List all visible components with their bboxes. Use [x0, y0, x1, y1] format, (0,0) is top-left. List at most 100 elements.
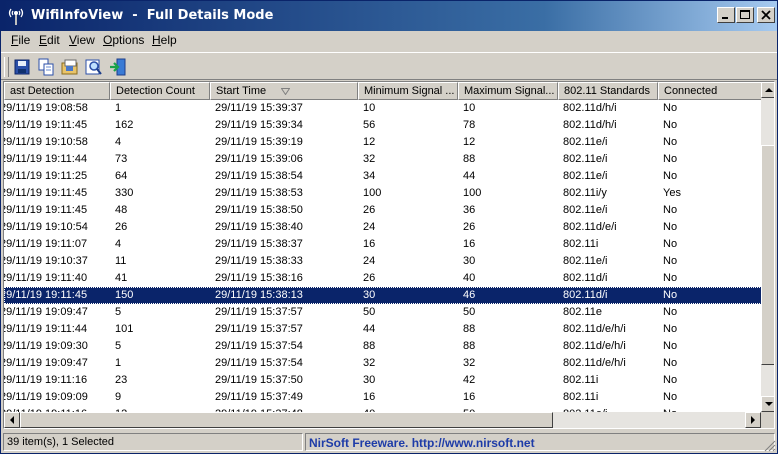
cell-detection-count: 4 [115, 238, 122, 250]
col-80211-standards[interactable]: 802.11 Standards [558, 82, 658, 100]
cell-connected: No [663, 102, 678, 114]
scroll-down-button[interactable] [761, 396, 774, 412]
cell-minimum-signal: 16 [363, 391, 376, 403]
cell-minimum-signal: 50 [363, 306, 376, 318]
col-detection-count[interactable]: Detection Count [110, 82, 210, 100]
table-row[interactable]: 29/11/19 19:09:09 9 29/11/19 15:37:49 16 16 8… [4, 389, 764, 406]
cell-minimum-signal: 24 [363, 221, 376, 233]
table-row[interactable]: 29/11/19 19:11:44 73 29/11/19 15:39:06 32 88… [4, 151, 764, 168]
table-row[interactable]: 29/11/19 19:11:07 4 29/11/19 15:38:37 16 16 8… [4, 236, 764, 253]
cell-maximum-signal: 36 [463, 204, 476, 216]
scroll-right-button[interactable] [745, 412, 761, 428]
table-row[interactable]: 29/11/19 19:11:16 23 29/11/19 15:37:50 30 42… [4, 372, 764, 389]
wifi-networks-list[interactable]: ast Detection Detection Count Start Time… [3, 81, 775, 429]
cell-detection-count: 11 [115, 255, 127, 267]
col-start-time[interactable]: Start Time [210, 82, 358, 100]
cell-start-time: 29/11/19 15:38:37 [215, 238, 303, 250]
minimize-button[interactable] [717, 7, 735, 23]
cell-detection-count: 150 [115, 289, 134, 301]
table-row[interactable]: 29/11/19 19:11:45 150 29/11/19 15:38:13 30 4… [4, 287, 764, 304]
menu-options[interactable]: Options [102, 33, 145, 47]
horizontal-scroll-thumb[interactable] [20, 412, 553, 428]
cell-maximum-signal: 10 [463, 102, 476, 114]
cell-standards: 802.11e/i [563, 136, 608, 148]
toolbar-grip[interactable] [4, 57, 9, 77]
toolbar [1, 52, 777, 80]
cell-maximum-signal: 88 [463, 153, 476, 165]
table-row[interactable]: 29/11/19 19:10:58 4 29/11/19 15:39:19 12 12 8… [4, 134, 764, 151]
table-row[interactable]: 29/11/19 19:11:45 48 29/11/19 15:38:50 26 36… [4, 202, 764, 219]
cell-minimum-signal: 32 [363, 153, 376, 165]
table-row[interactable]: 29/11/19 19:10:37 11 29/11/19 15:38:33 24 30… [4, 253, 764, 270]
menu-file[interactable]: File [10, 33, 31, 47]
cell-minimum-signal: 30 [363, 289, 376, 301]
table-row[interactable]: 29/11/19 19:11:45 162 29/11/19 15:39:34 56 7… [4, 117, 764, 134]
sort-descending-icon [281, 88, 290, 95]
cell-last-detection: 29/11/19 19:09:47 [4, 357, 88, 369]
cell-maximum-signal: 42 [463, 374, 476, 386]
cell-standards: 802.11i/y [563, 187, 607, 199]
cell-maximum-signal: 16 [463, 238, 476, 250]
table-row[interactable]: 29/11/19 19:11:44 101 29/11/19 15:37:57 44 8… [4, 321, 764, 338]
exit-icon [110, 58, 126, 76]
exit-button[interactable] [108, 57, 128, 77]
cell-detection-count: 101 [115, 323, 134, 335]
col-minimum-signal[interactable]: Minimum Signal ... [358, 82, 458, 100]
status-bar: 39 item(s), 1 Selected NirSoft Freeware.… [1, 431, 777, 453]
cell-standards: 802.11e/i [563, 204, 608, 216]
find-button[interactable] [84, 57, 104, 77]
cell-standards: 802.11d/e/h/i [563, 323, 626, 335]
title-bar[interactable]: WifiInfoView - Full Details Mode [1, 1, 777, 31]
nirsoft-link[interactable]: NirSoft Freeware. http://www.nirsoft.net [309, 436, 535, 450]
cell-detection-count: 41 [115, 272, 128, 284]
menu-view[interactable]: View [68, 33, 96, 47]
menu-edit[interactable]: Edit [38, 33, 61, 47]
cell-standards: 802.11d/h/i [563, 102, 617, 114]
save-button[interactable] [12, 57, 32, 77]
vertical-scrollbar[interactable] [761, 82, 774, 412]
vertical-scroll-thumb[interactable] [761, 145, 774, 365]
scroll-up-button[interactable] [761, 82, 774, 98]
col-connected[interactable]: Connected [658, 82, 764, 100]
cell-connected: No [663, 272, 678, 284]
maximize-icon [740, 10, 750, 19]
horizontal-scrollbar[interactable] [4, 412, 761, 428]
properties-button[interactable] [60, 57, 80, 77]
maximize-button[interactable] [736, 7, 754, 23]
cell-detection-count: 23 [115, 374, 128, 386]
table-row[interactable]: 29/11/19 19:11:25 64 29/11/19 15:38:54 34 44… [4, 168, 764, 185]
col-last-detection[interactable]: ast Detection [4, 82, 110, 100]
cell-last-detection: 29/11/19 19:11:45 [4, 289, 88, 301]
table-row[interactable]: 29/11/19 19:09:47 1 29/11/19 15:37:54 32 32 8… [4, 355, 764, 372]
menu-help[interactable]: Help [151, 33, 178, 47]
close-button[interactable] [757, 7, 775, 23]
cell-start-time: 29/11/19 15:37:57 [215, 306, 303, 318]
cell-standards: 802.11i [563, 238, 599, 250]
cell-minimum-signal: 34 [363, 170, 376, 182]
arrow-left-icon [10, 416, 14, 424]
cell-detection-count: 73 [115, 153, 128, 165]
table-row[interactable]: 29/11/19 19:11:40 41 29/11/19 15:38:16 26 40… [4, 270, 764, 287]
cell-minimum-signal: 26 [363, 272, 376, 284]
cell-detection-count: 5 [115, 340, 122, 352]
copy-button[interactable] [36, 57, 56, 77]
col-maximum-signal[interactable]: Maximum Signal... [458, 82, 558, 100]
wifi-app-icon [8, 7, 24, 25]
cell-start-time: 29/11/19 15:37:54 [215, 340, 303, 352]
table-row[interactable]: 29/11/19 19:09:47 5 29/11/19 15:37:57 50 50 8… [4, 304, 764, 321]
cell-start-time: 29/11/19 15:39:34 [215, 119, 303, 131]
resize-grip-icon[interactable] [764, 440, 776, 452]
cell-connected: No [663, 340, 678, 352]
scroll-left-button[interactable] [4, 412, 20, 428]
cell-connected: No [663, 323, 678, 335]
table-row[interactable]: 29/11/19 19:10:54 26 29/11/19 15:38:40 24 26… [4, 219, 764, 236]
cell-detection-count: 4 [115, 136, 122, 148]
table-row[interactable]: 29/11/19 19:11:45 330 29/11/19 15:38:53 100… [4, 185, 764, 202]
table-row[interactable]: 29/11/19 19:08:58 1 29/11/19 15:39:37 10 10 8… [4, 100, 764, 117]
table-row[interactable]: 29/11/19 19:09:30 5 29/11/19 15:37:54 88 88 8… [4, 338, 764, 355]
cell-standards: 802.11d/e/i [563, 221, 617, 233]
cell-standards: 802.11e [563, 306, 602, 318]
cell-connected: Yes [663, 187, 681, 199]
cell-connected: No [663, 170, 678, 182]
scrollbar-corner [761, 412, 774, 428]
